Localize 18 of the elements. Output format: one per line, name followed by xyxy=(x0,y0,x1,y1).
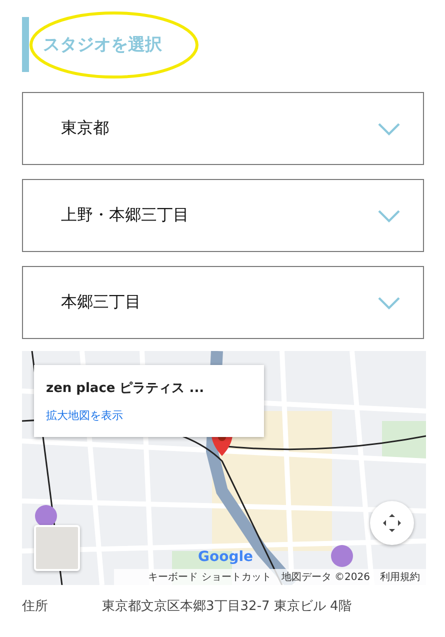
map-data-credit: 地図データ ©2026 xyxy=(281,570,370,584)
shortcuts-link[interactable]: キーボード ショートカット xyxy=(148,570,272,584)
address-label: 住所 xyxy=(22,598,49,615)
title-accent-bar xyxy=(22,17,29,72)
dropdown[interactable]: 東京都 xyxy=(22,92,424,165)
expand-arrows-icon xyxy=(381,512,403,534)
section-title: スタジオを選択 xyxy=(43,34,162,56)
dropdown[interactable]: 本郷三丁目 xyxy=(22,266,424,339)
dropdown[interactable]: 上野・本郷三丁目 xyxy=(22,179,424,252)
chevron-down-icon xyxy=(377,122,401,136)
terms-link[interactable]: 利用規約 xyxy=(380,570,420,584)
place-name: zen place ピラティス ... xyxy=(46,380,206,397)
chevron-down-icon xyxy=(377,296,401,310)
larger-map-link[interactable]: 拡大地図を表示 xyxy=(46,408,252,423)
street-view-thumbnail[interactable] xyxy=(34,525,80,571)
address-value: 東京都文京区本郷3丁目32-7 東京ビル 4階 xyxy=(102,598,352,615)
chevron-down-icon xyxy=(377,208,401,222)
map-logo: Google xyxy=(198,549,254,565)
